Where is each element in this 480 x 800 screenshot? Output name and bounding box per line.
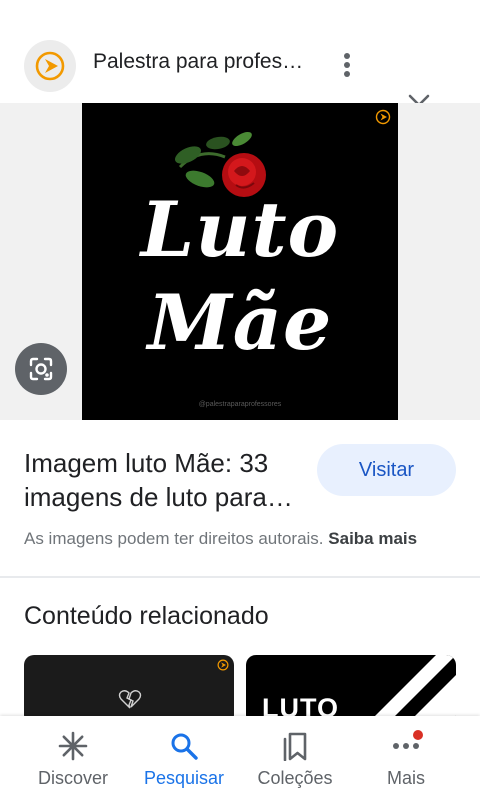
google-lens-icon [29,357,53,381]
bookmarks-icon [240,730,350,762]
nav-more-label: Mais [386,768,425,788]
result-image[interactable]: Luto Mãe @palestraparaprofessores [82,103,398,420]
nav-collections[interactable]: Coleções [240,716,350,800]
nav-search[interactable]: Pesquisar [129,716,239,800]
google-lens-button[interactable] [15,343,67,395]
asterisk-icon [18,730,128,762]
result-title[interactable]: Imagem luto Mãe: 33 imagens de luto para… [24,446,314,514]
result-header: Palestra para profes… [0,28,480,116]
bottom-navigation: Discover Pesquisar Coleções Mais [0,716,480,800]
play-logo-icon [35,51,65,81]
learn-more-link[interactable]: Saiba mais [328,529,417,548]
broken-heart-icon [118,690,142,709]
related-thumbnail-2[interactable]: LUTO [246,655,456,725]
brand-watermark-icon [217,659,229,671]
more-horiz-icon [351,730,461,762]
search-icon [129,730,239,762]
related-thumbnail-1[interactable] [24,655,234,725]
site-title[interactable]: Palestra para profes… [93,50,308,74]
divider [0,576,480,578]
site-logo[interactable] [24,40,76,92]
image-caption: @palestraparaprofessores [198,401,282,408]
nav-search-label: Pesquisar [143,768,225,788]
image-text-mae: Mãe [147,278,333,367]
nav-more[interactable]: Mais [351,716,461,800]
copyright-notice: As imagens podem ter direitos autorais. … [24,529,417,549]
nav-collections-label: Coleções [257,768,333,788]
nav-discover[interactable]: Discover [18,716,128,800]
visit-button[interactable]: Visitar [317,444,456,496]
copyright-text: As imagens podem ter direitos autorais. [24,529,324,548]
related-content-heading: Conteúdo relacionado [24,602,269,630]
nav-discover-label: Discover [37,768,108,788]
image-viewer: Luto Mãe @palestraparaprofessores [0,103,480,420]
brand-watermark-icon [375,109,391,125]
image-text-luto: Luto [140,185,340,274]
more-vert-icon[interactable] [332,48,362,82]
notification-badge [413,730,423,740]
